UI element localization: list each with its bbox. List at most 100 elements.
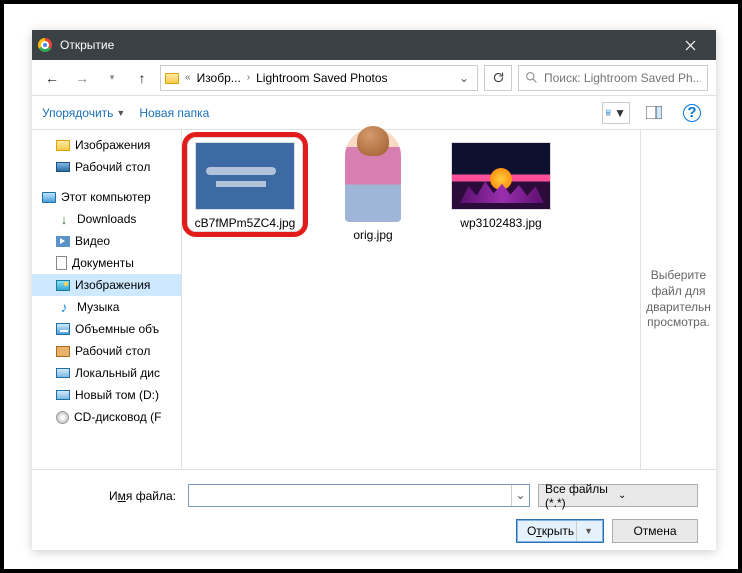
tree-label: Локальный дис (75, 366, 160, 380)
filter-label: Все файлы (*.*) (545, 482, 618, 510)
search-box[interactable] (518, 65, 708, 91)
tree-label: Документы (72, 256, 134, 270)
tree-node[interactable]: Рабочий стол (32, 156, 181, 178)
tree-label: CD-дисковод (F (74, 410, 161, 424)
chevron-down-icon: ▾ (110, 72, 115, 83)
caret-down-icon: ▼ (584, 526, 593, 536)
arrow-up-icon: ↑ (139, 70, 146, 86)
tree-label: Изображения (75, 278, 150, 292)
ico-thispc-icon (42, 192, 56, 203)
tree-node[interactable]: Этот компьютер (32, 186, 181, 208)
preview-pane-icon (646, 106, 662, 119)
breadcrumb-2[interactable]: Lightroom Saved Photos (256, 71, 387, 85)
file-name: orig.jpg (318, 228, 428, 243)
footer: Имя файла: ⌄ Все файлы (*.*) ⌄ Открыть ▼… (32, 470, 716, 555)
tree-node[interactable]: Видео (32, 230, 181, 252)
help-icon: ? (683, 104, 701, 122)
folder-tree[interactable]: Изображения Рабочий стол Этот компьютер Dow… (32, 130, 182, 469)
thumbnail-icon (195, 142, 295, 210)
arrow-left-icon: ← (45, 70, 59, 86)
tree-node[interactable]: Изображения (32, 274, 181, 296)
file-item[interactable]: orig.jpg (318, 142, 428, 243)
tree-node[interactable]: CD-дисковод (F (32, 406, 181, 428)
filename-field[interactable]: ⌄ (188, 484, 530, 507)
new-folder-button[interactable]: Новая папка (139, 106, 209, 120)
forward-button[interactable]: → (70, 66, 94, 90)
ico-disk-icon (56, 390, 70, 400)
ico-doc-icon (56, 256, 67, 270)
breadcrumb-sep: « (183, 72, 193, 83)
file-item[interactable]: cB7fMPm5ZC4.jpg (190, 142, 300, 231)
filename-dropdown[interactable]: ⌄ (511, 485, 529, 506)
view-mode-button[interactable]: ▼ (602, 102, 630, 124)
address-bar[interactable]: « Изобр... › Lightroom Saved Photos ⌄ (160, 65, 478, 91)
tree-label: Рабочий стол (75, 160, 150, 174)
tree-node[interactable]: Новый том (D:) (32, 384, 181, 406)
tree-label: Новый том (D:) (75, 388, 159, 402)
ico-pics-icon (56, 280, 70, 291)
filename-input[interactable] (189, 485, 511, 506)
address-dropdown[interactable]: ⌄ (455, 71, 473, 85)
back-button[interactable]: ← (40, 66, 64, 90)
ico-folder-icon (56, 140, 70, 151)
cancel-label: Отмена (633, 524, 676, 538)
caret-down-icon: ▼ (116, 108, 125, 118)
cancel-button[interactable]: Отмена (612, 519, 698, 543)
ico-disk-icon (56, 368, 70, 378)
search-icon (525, 71, 538, 84)
close-icon (685, 40, 696, 51)
tree-node[interactable]: Музыка (32, 296, 181, 318)
tree-node[interactable]: Документы (32, 252, 181, 274)
nav-row: ← → ▾ ↑ « Изобр... › Lightroom Saved Pho… (32, 60, 716, 96)
file-name: wp3102483.jpg (446, 216, 556, 231)
tree-label: Downloads (77, 212, 136, 226)
arrow-right-icon: → (75, 70, 89, 86)
tree-node[interactable]: Локальный дис (32, 362, 181, 384)
refresh-button[interactable] (484, 65, 512, 91)
help-button[interactable]: ? (678, 102, 706, 124)
preview-pane-button[interactable] (640, 102, 668, 124)
caret-down-icon: ▼ (614, 106, 626, 120)
file-list[interactable]: cB7fMPm5ZC4.jpg orig.jpg wp3102483.jpg (182, 130, 640, 469)
close-button[interactable] (670, 30, 710, 60)
filename-label: Имя файла: (50, 489, 180, 503)
tree-label: Объемные объ (75, 322, 159, 336)
tree-label: Видео (75, 234, 110, 248)
open-file-dialog: Открытие ← → ▾ ↑ « Изобр... › Lightroom … (32, 30, 716, 550)
tree-label: Этот компьютер (61, 190, 151, 204)
file-name: cB7fMPm5ZC4.jpg (190, 216, 300, 231)
recent-dropdown[interactable]: ▾ (100, 66, 124, 90)
tree-node[interactable]: Рабочий стол (32, 340, 181, 362)
ico-dl-icon (56, 211, 72, 227)
tree-node[interactable]: Изображения (32, 134, 181, 156)
ico-vol-icon (56, 323, 70, 335)
dialog-title: Открытие (60, 38, 670, 52)
new-folder-label: Новая папка (139, 106, 209, 120)
tree-label: Изображения (75, 138, 150, 152)
refresh-icon (492, 71, 505, 84)
tree-label: Рабочий стол (75, 344, 150, 358)
thumbnail-icon (345, 128, 401, 222)
chrome-icon (38, 38, 52, 52)
tree-node[interactable]: Объемные объ (32, 318, 181, 340)
content-area: Изображения Рабочий стол Этот компьютер Dow… (32, 130, 716, 470)
open-button[interactable]: Открыть ▼ (516, 519, 604, 543)
chevron-down-icon: ⌄ (618, 490, 691, 501)
view-icon (606, 106, 612, 119)
organize-button[interactable]: Упорядочить ▼ (42, 106, 125, 120)
ico-music-icon (56, 299, 72, 315)
search-input[interactable] (544, 71, 701, 85)
file-item[interactable]: wp3102483.jpg (446, 142, 556, 231)
tree-node[interactable]: Downloads (32, 208, 181, 230)
preview-hint: Выберите файл для дварительн просмотра. (646, 268, 711, 330)
up-button[interactable]: ↑ (130, 66, 154, 90)
toolbar: Упорядочить ▼ Новая папка ▼ ? (32, 96, 716, 130)
ico-cd-icon (56, 411, 69, 424)
chevron-right-icon: › (245, 72, 252, 83)
tree-label: Музыка (77, 300, 119, 314)
file-type-filter[interactable]: Все файлы (*.*) ⌄ (538, 484, 698, 507)
breadcrumb-1[interactable]: Изобр... (197, 71, 241, 85)
ico-desk2-icon (56, 346, 70, 357)
thumbnail-icon (451, 142, 551, 210)
ico-desktop-icon (56, 162, 70, 172)
